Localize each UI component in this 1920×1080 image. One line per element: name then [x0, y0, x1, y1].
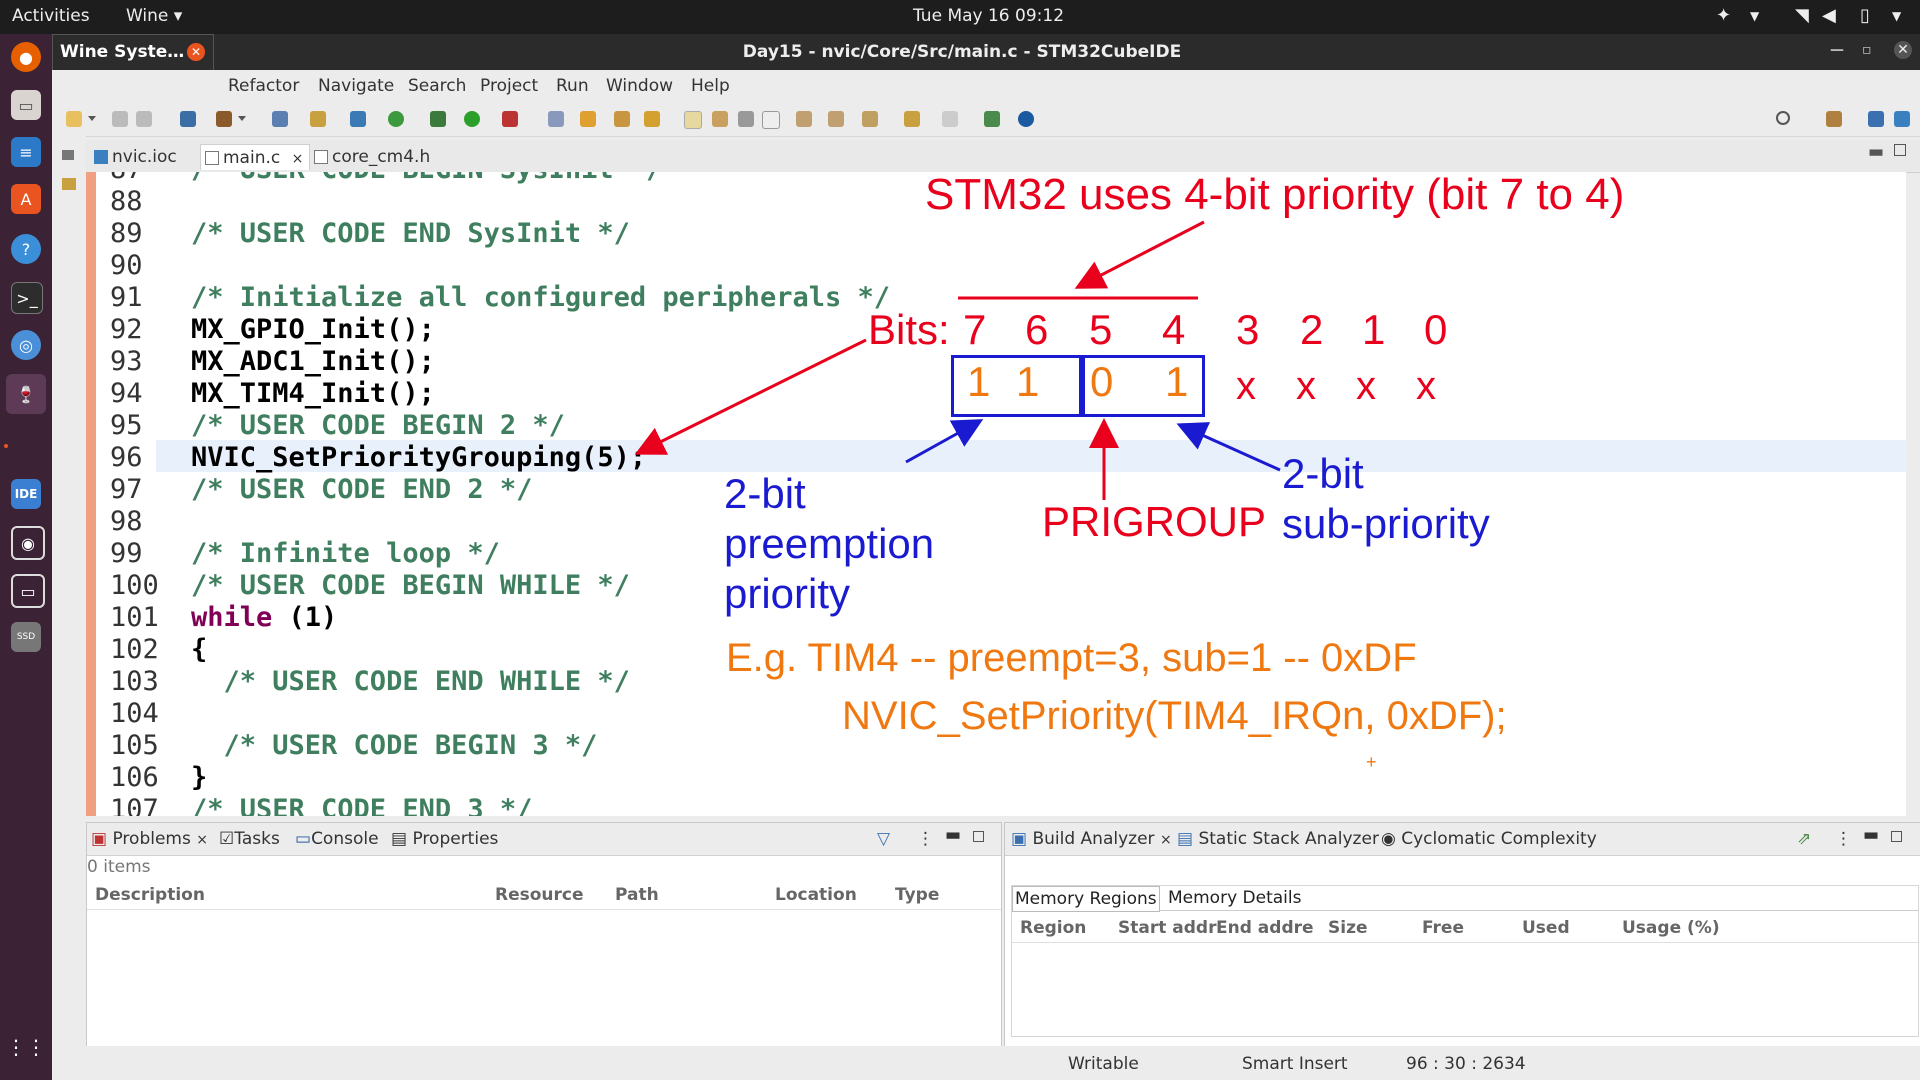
status-insert-mode: Smart Insert [1242, 1054, 1348, 1074]
column-resource[interactable]: Resource [495, 885, 584, 905]
tab-tasks[interactable]: ☑Tasks [219, 829, 280, 849]
problems-panel: ▣ Problems × ☑Tasks ▭Console ▤ Propertie… [86, 822, 1002, 1050]
build-panel-tabs: ▣ Build Analyzer × ▤ Static Stack Analyz… [1005, 823, 1920, 856]
problems-panel-tabs: ▣ Problems × ☑Tasks ▭Console ▤ Propertie… [87, 823, 1001, 856]
console-icon: ▭ [295, 829, 312, 849]
status-cursor-position: 96 : 30 : 2634 [1406, 1054, 1526, 1074]
preemption-arrow [905, 419, 984, 464]
build-analyzer-panel: ▣ Build Analyzer × ▤ Static Stack Analyz… [1004, 822, 1920, 1050]
tab-console[interactable]: ▭Console [295, 829, 379, 849]
problems-icon: ▣ [91, 829, 108, 849]
column-size[interactable]: Size [1328, 918, 1368, 938]
column-description[interactable]: Description [95, 885, 205, 905]
problems-count: 0 items [87, 857, 151, 877]
minimize-panel-button[interactable]: ▬ [945, 825, 961, 845]
maximize-panel-button[interactable] [973, 831, 984, 842]
build-analyzer-icon: ▣ [1011, 829, 1028, 849]
tab-memory-details[interactable]: Memory Details [1168, 888, 1301, 908]
column-end-address[interactable]: End addre [1216, 918, 1314, 938]
tab-static-stack-analyzer[interactable]: ▤ Static Stack Analyzer [1177, 829, 1379, 849]
properties-icon: ▤ [391, 829, 408, 849]
filter-icon[interactable]: ▽ [877, 829, 890, 849]
tab-cyclomatic-complexity[interactable]: ◉ Cyclomatic Complexity [1381, 829, 1597, 849]
view-menu-icon[interactable]: ⋮ [1835, 829, 1852, 849]
subpriority-arrow [1176, 422, 1281, 472]
close-tab-icon[interactable]: × [1160, 832, 1172, 848]
tab-problems[interactable]: ▣ Problems × [91, 829, 208, 849]
view-menu-icon[interactable]: ⋮ [917, 829, 934, 849]
close-tab-icon[interactable]: × [196, 832, 208, 848]
memory-tabs-container: Memory Regions Memory Details Region Sta… [1011, 885, 1919, 1037]
title-arrow [1074, 220, 1205, 289]
column-used[interactable]: Used [1522, 918, 1570, 938]
status-writable: Writable [1068, 1054, 1139, 1074]
tab-properties[interactable]: ▤ Properties [391, 829, 498, 849]
open-console-icon[interactable]: ⇗ [1797, 829, 1811, 849]
status-bar: Writable Smart Insert 96 : 30 : 2634 [52, 1046, 1920, 1080]
complexity-icon: ◉ [1381, 829, 1396, 849]
stack-analyzer-icon: ▤ [1177, 829, 1194, 849]
column-usage[interactable]: Usage (%) [1622, 918, 1720, 938]
tab-build-analyzer[interactable]: ▣ Build Analyzer × [1011, 829, 1172, 849]
tasks-icon: ☑ [219, 829, 235, 849]
column-free[interactable]: Free [1422, 918, 1464, 938]
column-location[interactable]: Location [775, 885, 857, 905]
minimize-panel-button[interactable]: ▬ [1863, 825, 1879, 845]
problems-table-header: Description Resource Path Location Type [87, 879, 1001, 910]
memory-subtabs: Memory Regions Memory Details [1012, 886, 1918, 912]
memory-table-header: Region Start addr End addre Size Free Us… [1012, 912, 1918, 943]
maximize-panel-button[interactable] [1891, 831, 1902, 842]
bits-to-code-arrow [634, 338, 867, 455]
column-path[interactable]: Path [615, 885, 659, 905]
column-region[interactable]: Region [1020, 918, 1086, 938]
column-type[interactable]: Type [895, 885, 939, 905]
tab-memory-regions[interactable]: Memory Regions [1012, 886, 1160, 912]
column-start-address[interactable]: Start addr [1118, 918, 1216, 938]
